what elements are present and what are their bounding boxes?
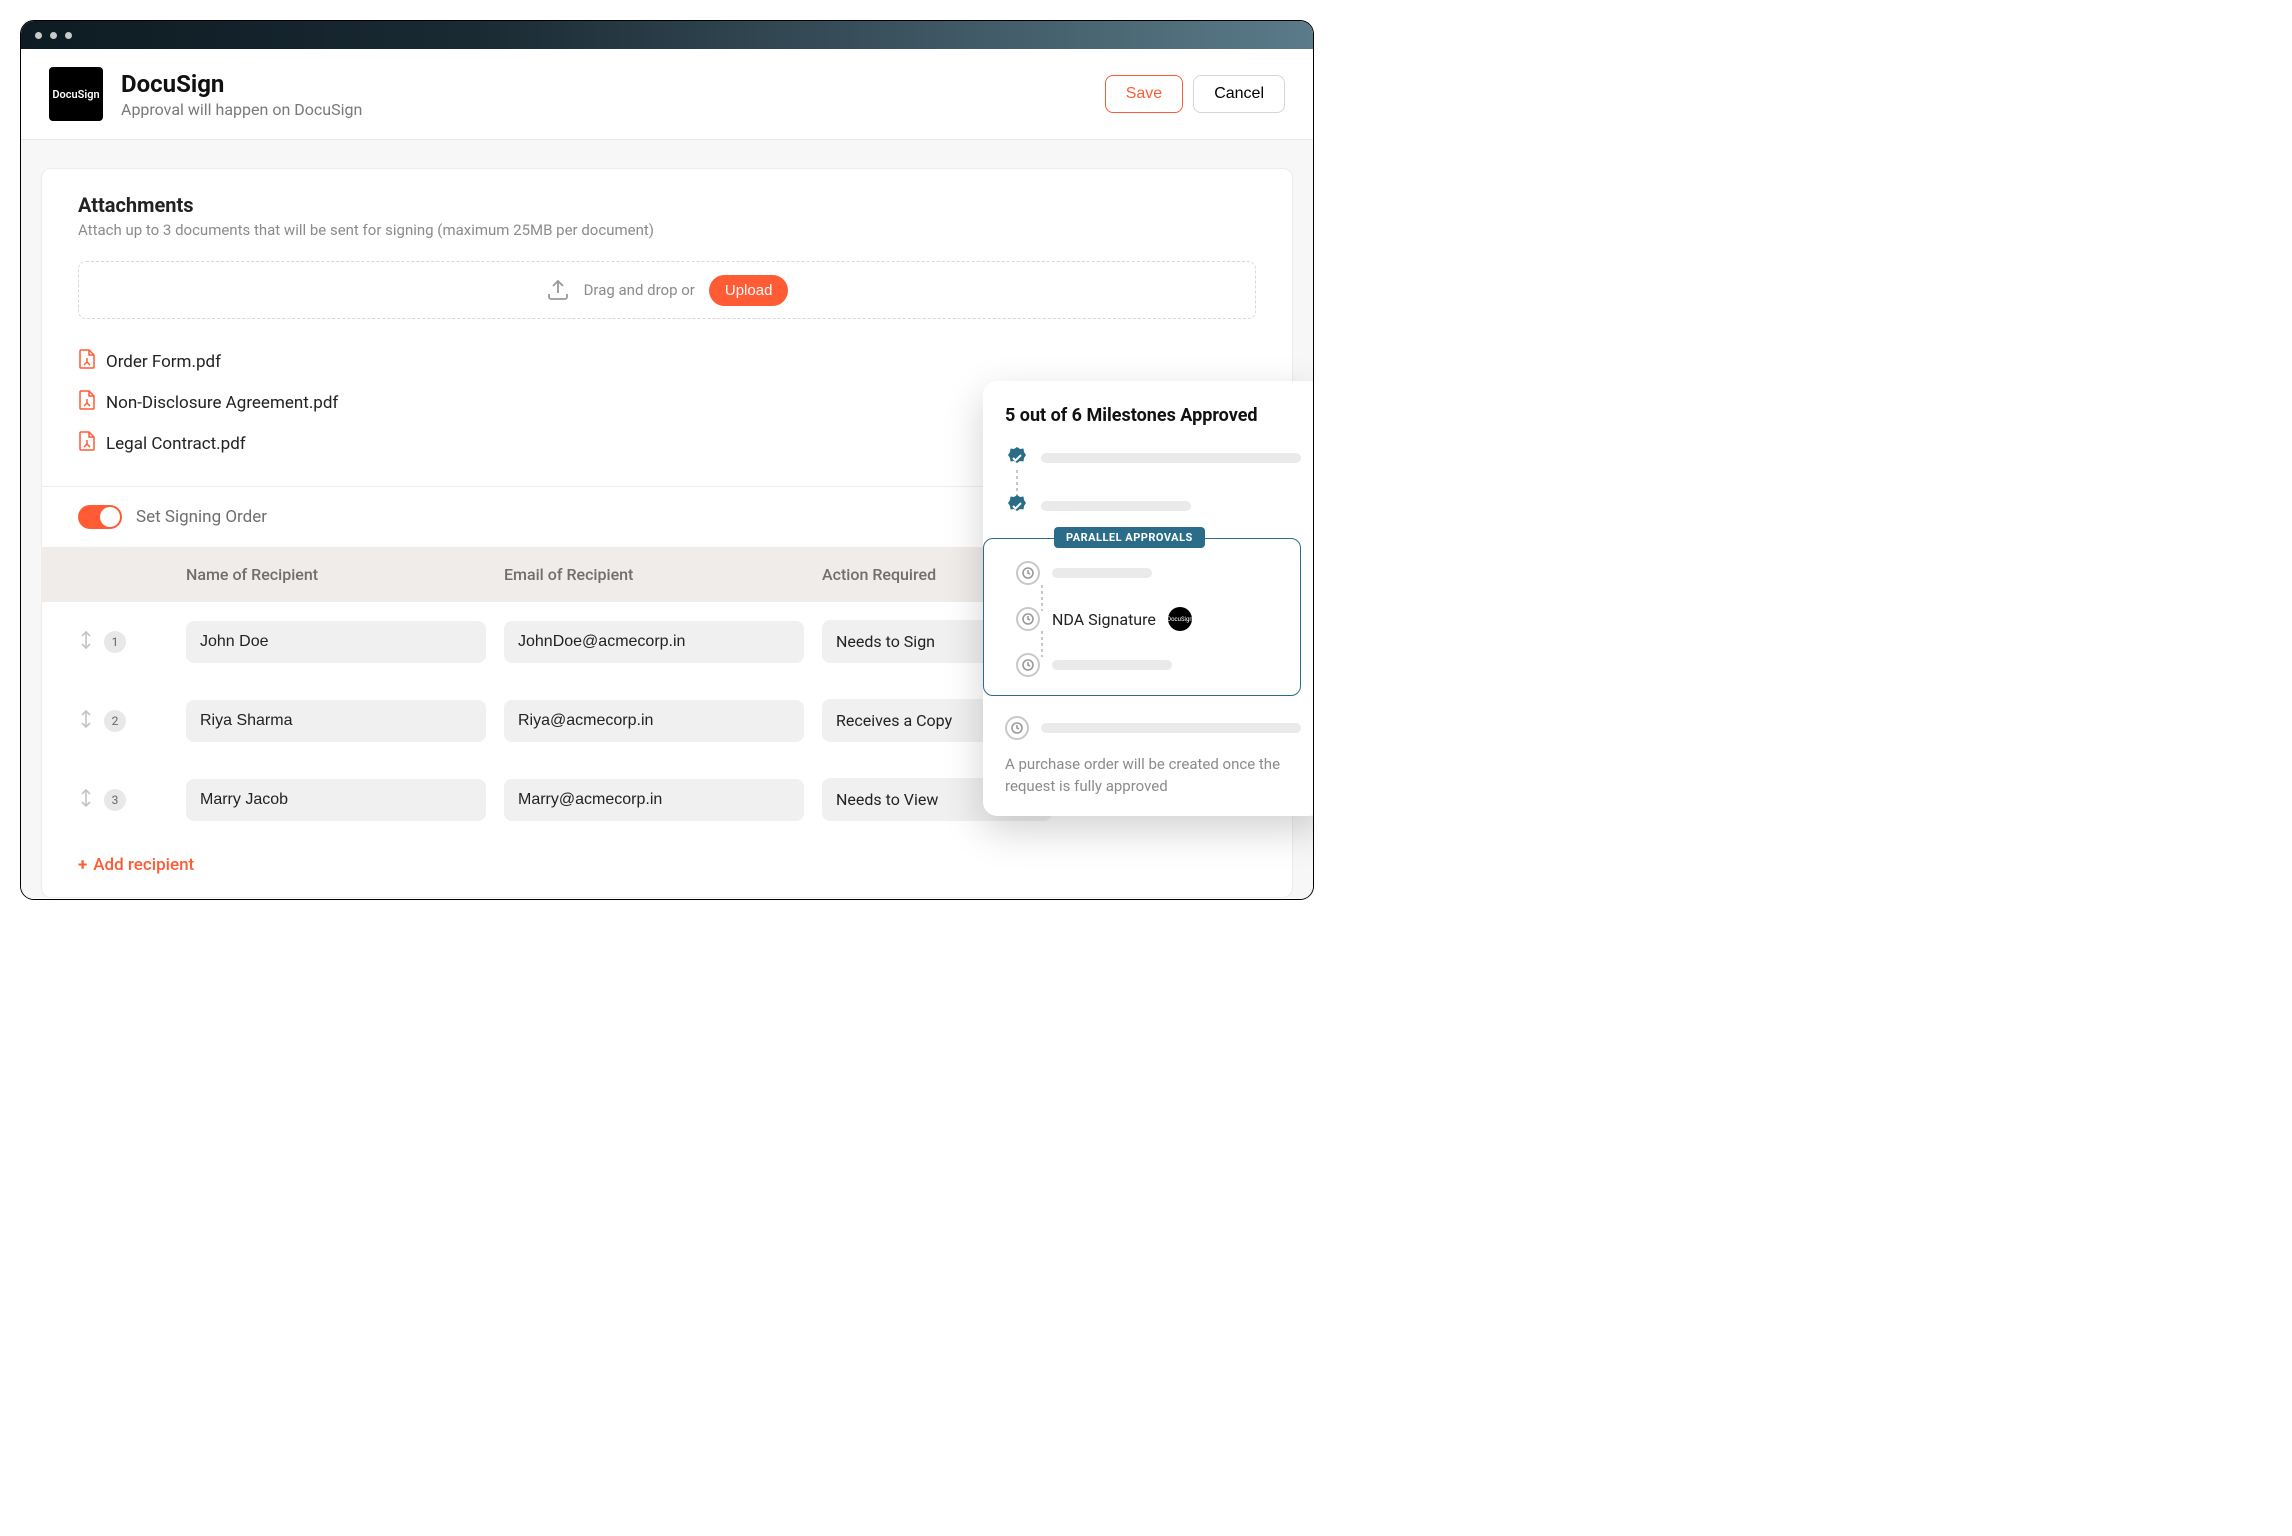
milestone-placeholder xyxy=(1052,568,1152,578)
page-title: DocuSign xyxy=(121,70,362,98)
page-subtitle: Approval will happen on DocuSign xyxy=(121,100,362,119)
milestone-placeholder xyxy=(1041,453,1301,463)
milestone-placeholder xyxy=(1052,660,1172,670)
recipient-name-input[interactable] xyxy=(186,779,486,821)
clock-icon xyxy=(1016,607,1040,631)
pdf-icon xyxy=(78,390,96,415)
clock-icon xyxy=(1016,561,1040,585)
header-actions: Save Cancel xyxy=(1105,75,1285,113)
file-item[interactable]: Order Form.pdf xyxy=(78,341,1256,382)
header-text: DocuSign Approval will happen on DocuSig… xyxy=(121,70,362,119)
order-number: 1 xyxy=(104,631,126,653)
milestones-title: 5 out of 6 Milestones Approved xyxy=(1005,405,1301,426)
attachments-heading: Attachments xyxy=(78,193,1256,217)
docusign-logo: DocuSign xyxy=(49,67,103,121)
recipient-email-input[interactable] xyxy=(504,700,804,742)
select-value: Needs to View xyxy=(836,790,938,809)
select-value: Needs to Sign xyxy=(836,632,935,651)
col-name: Name of Recipient xyxy=(186,565,486,584)
plus-icon: + xyxy=(78,855,87,875)
parallel-approvals-box: PARALLEL APPROVALS NDA Signature DocuSig… xyxy=(983,538,1301,696)
docusign-mini-icon: DocuSign xyxy=(1168,607,1192,631)
clock-icon xyxy=(1016,653,1040,677)
milestone-placeholder xyxy=(1041,723,1301,733)
select-value: Receives a Copy xyxy=(836,711,952,730)
drag-handle-icon[interactable] xyxy=(78,789,94,811)
milestone-item xyxy=(1005,446,1301,470)
approved-badge-icon xyxy=(1005,446,1029,470)
signing-order-label: Set Signing Order xyxy=(136,507,267,527)
app-window: DocuSign DocuSign Approval will happen o… xyxy=(20,20,1314,900)
recipient-name-input[interactable] xyxy=(186,700,486,742)
recipient-email-input[interactable] xyxy=(504,621,804,663)
pdf-icon xyxy=(78,431,96,456)
order-number: 2 xyxy=(104,710,126,732)
file-name: Order Form.pdf xyxy=(106,352,221,372)
pdf-icon xyxy=(78,349,96,374)
clock-icon xyxy=(1005,716,1029,740)
save-button[interactable]: Save xyxy=(1105,75,1183,113)
upload-icon xyxy=(546,279,570,301)
page-header: DocuSign DocuSign Approval will happen o… xyxy=(21,49,1313,140)
approved-badge-icon xyxy=(1005,494,1029,518)
window-titlebar xyxy=(21,21,1313,49)
milestone-label: NDA Signature xyxy=(1052,610,1156,629)
file-name: Non-Disclosure Agreement.pdf xyxy=(106,393,338,413)
upload-button[interactable]: Upload xyxy=(709,275,789,306)
window-dot xyxy=(65,32,72,39)
order-number: 3 xyxy=(104,789,126,811)
recipient-email-input[interactable] xyxy=(504,779,804,821)
col-email: Email of Recipient xyxy=(504,565,804,584)
drag-handle-icon[interactable] xyxy=(78,710,94,732)
attachments-help: Attach up to 3 documents that will be se… xyxy=(78,221,1256,239)
cancel-button[interactable]: Cancel xyxy=(1193,75,1285,113)
attachments-section: Attachments Attach up to 3 documents tha… xyxy=(42,169,1292,239)
parallel-approvals-tag: PARALLEL APPROVALS xyxy=(1054,527,1205,548)
recipient-name-input[interactable] xyxy=(186,621,486,663)
add-recipient-button[interactable]: + Add recipient xyxy=(78,855,194,875)
milestones-footer: A purchase order will be created once th… xyxy=(1005,754,1301,798)
milestones-panel: 5 out of 6 Milestones Approved PARALLEL … xyxy=(983,381,1314,816)
dropzone-text: Drag and drop or xyxy=(584,281,695,299)
signing-order-toggle[interactable] xyxy=(78,505,122,529)
window-dot xyxy=(35,32,42,39)
window-dot xyxy=(50,32,57,39)
milestone-item xyxy=(1005,716,1301,740)
milestone-item xyxy=(1005,494,1301,518)
drag-handle-icon[interactable] xyxy=(78,631,94,653)
add-recipient-label: Add recipient xyxy=(93,855,194,875)
milestone-placeholder xyxy=(1041,501,1191,511)
add-recipient-row: + Add recipient xyxy=(42,839,1292,897)
dropzone[interactable]: Drag and drop or Upload xyxy=(78,261,1256,319)
file-name: Legal Contract.pdf xyxy=(106,434,246,454)
